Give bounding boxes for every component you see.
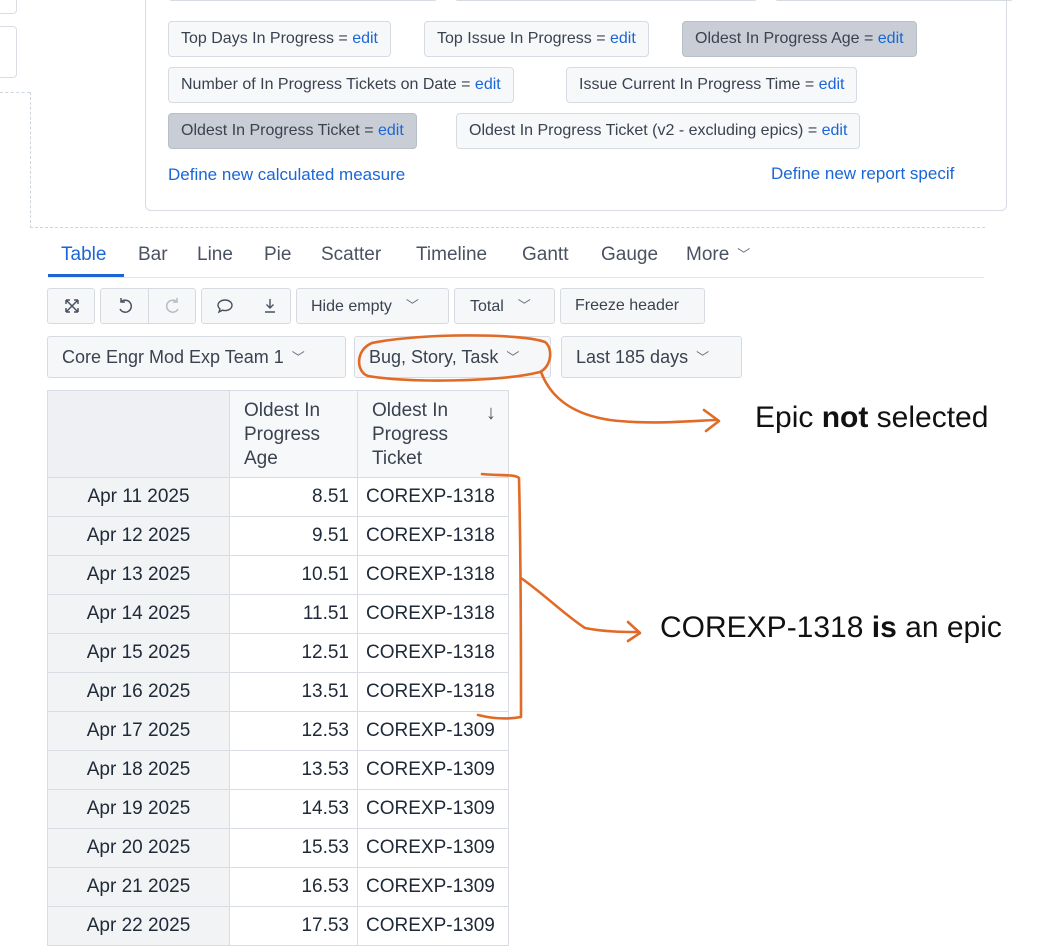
annotation-bold-text: is <box>871 611 897 644</box>
annotation-overlay <box>357 334 721 720</box>
epic-not-selected-annotation: Epic not selected <box>755 401 988 435</box>
corexp-1318-bracket-annotation <box>476 472 523 720</box>
corexp-1318-arrow-annotation <box>519 576 640 634</box>
annotation-text: selected <box>868 401 989 434</box>
epic-not-selected-arrow-annotation <box>539 370 718 424</box>
annotation-bold-text: not <box>821 401 869 434</box>
issue-type-circle-annotation <box>357 334 552 382</box>
annotation-text: Epic <box>755 401 822 434</box>
annotation-text: an epic <box>896 611 1002 644</box>
corexp-1318-is-epic-annotation: COREXP-1318 is an epic <box>660 611 1002 645</box>
annotation-text: COREXP-1318 <box>660 611 872 644</box>
